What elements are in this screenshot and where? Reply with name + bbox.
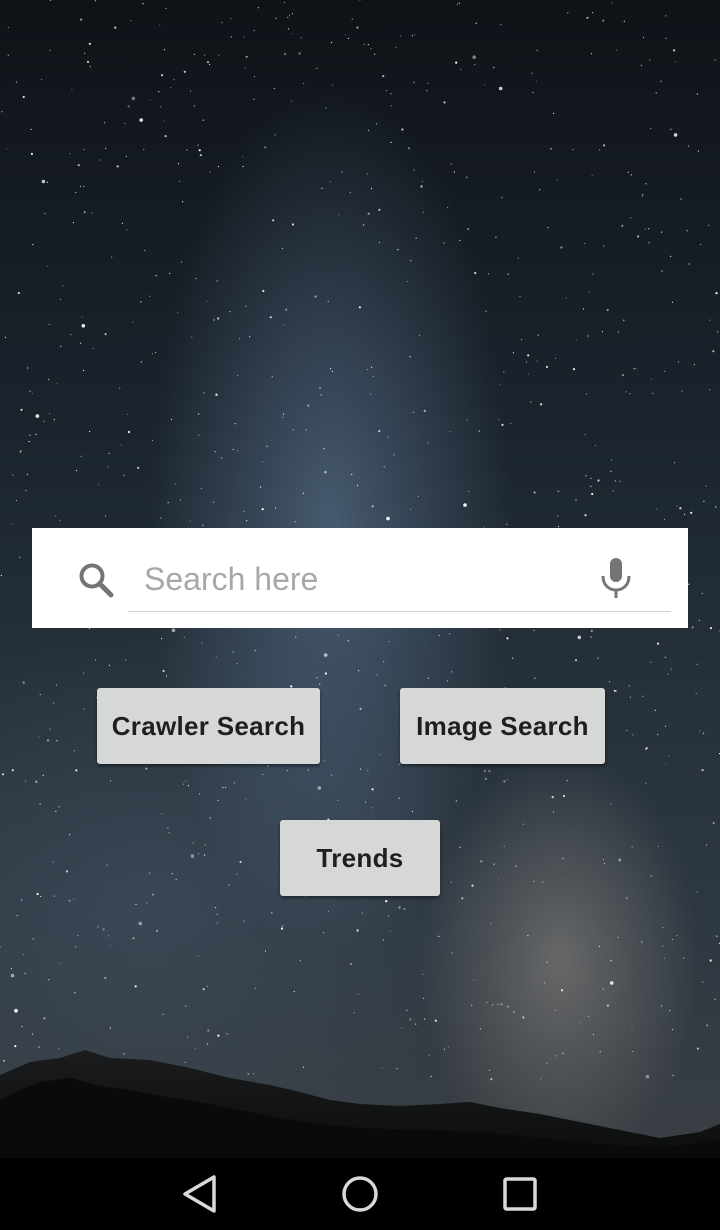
trends-button[interactable]: Trends: [280, 820, 440, 896]
search-icon[interactable]: [76, 560, 116, 600]
recent-apps-square-icon[interactable]: [496, 1170, 544, 1218]
mic-icon[interactable]: [598, 556, 634, 600]
back-triangle-icon[interactable]: [176, 1170, 224, 1218]
home-screen: Crawler Search Image Search Trends: [0, 0, 720, 1230]
home-circle-icon[interactable]: [336, 1170, 384, 1218]
crawler-search-button[interactable]: Crawler Search: [97, 688, 320, 764]
image-search-button[interactable]: Image Search: [400, 688, 605, 764]
search-input[interactable]: [128, 548, 671, 612]
